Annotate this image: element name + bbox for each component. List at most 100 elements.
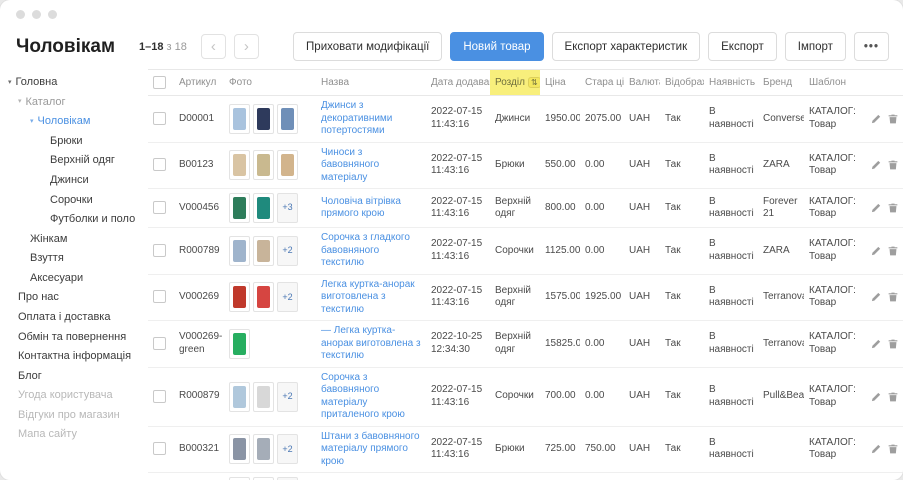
column-header-name[interactable]: Назва xyxy=(316,70,426,96)
product-name-link[interactable]: Сорочка з гладкого бавовняного текстилю xyxy=(316,228,426,275)
sidebar-item[interactable]: Брюки xyxy=(0,132,148,152)
sidebar-item[interactable]: Контактна інформація xyxy=(0,347,148,367)
sidebar-item[interactable]: Джинси xyxy=(0,171,148,191)
sidebar: ▾ Головна ▾ Каталог ▾ Чоловікам Брюки Ве… xyxy=(0,69,148,480)
column-header-price[interactable]: Ціна xyxy=(540,70,580,96)
product-photo xyxy=(277,104,298,134)
delete-icon[interactable] xyxy=(888,159,898,171)
product-name-link[interactable]: Чоловіча вітрівка прямого крою xyxy=(316,189,426,228)
product-name-link[interactable]: Штани з бавовняного матеріалу прямого кр… xyxy=(316,426,426,473)
section-cell: Верхній одяг xyxy=(490,189,540,228)
product-photo xyxy=(229,434,250,464)
product-name-link[interactable]: Джинси з декоративними потертостями xyxy=(316,96,426,143)
sidebar-item[interactable]: Про нас xyxy=(0,288,148,308)
row-checkbox[interactable] xyxy=(153,337,166,350)
row-checkbox[interactable] xyxy=(153,112,166,125)
delete-icon[interactable] xyxy=(888,391,898,403)
column-header-availability[interactable]: Наявність xyxy=(704,70,758,96)
sidebar-item[interactable]: Обмін та повернення xyxy=(0,327,148,347)
more-photos-badge: +2 xyxy=(277,236,298,266)
row-checkbox[interactable] xyxy=(153,244,166,257)
column-header-sku[interactable]: Артикул xyxy=(174,70,224,96)
sidebar-item[interactable]: ▾ Чоловікам xyxy=(0,112,148,132)
export-button[interactable]: Експорт xyxy=(708,32,777,61)
more-photos-badge: +2 xyxy=(277,382,298,412)
edit-icon[interactable] xyxy=(871,391,881,403)
window-titlebar xyxy=(0,0,903,28)
photos-group: +2 xyxy=(229,236,311,266)
sidebar-item-label: Чоловікам xyxy=(38,115,91,128)
select-all-checkbox[interactable] xyxy=(153,76,166,89)
currency-cell: UAH xyxy=(624,274,660,321)
display-cell: Так xyxy=(660,321,704,368)
edit-icon[interactable] xyxy=(871,113,881,125)
column-header-photo[interactable]: Фото xyxy=(224,70,316,96)
sidebar-item[interactable]: Відгуки про магазин xyxy=(0,406,148,426)
actions-cell xyxy=(866,228,903,275)
photos-cell xyxy=(224,96,316,143)
sidebar-item[interactable]: Футболки и поло xyxy=(0,210,148,230)
delete-icon[interactable] xyxy=(888,202,898,214)
edit-icon[interactable] xyxy=(871,245,881,257)
delete-icon[interactable] xyxy=(888,245,898,257)
sidebar-item[interactable]: ▾ Головна xyxy=(0,73,148,93)
pagination-prev-button[interactable]: ‹ xyxy=(201,34,226,59)
row-checkbox[interactable] xyxy=(153,158,166,171)
product-photo xyxy=(229,104,250,134)
sort-icon[interactable]: ⇅ xyxy=(528,77,540,88)
old-price-cell: 0.00 xyxy=(580,473,624,480)
hide-modifications-button[interactable]: Приховати модифікації xyxy=(293,32,442,61)
sidebar-item[interactable]: Мапа сайту xyxy=(0,425,148,445)
new-product-button[interactable]: Новий товар xyxy=(450,32,543,61)
column-header-date[interactable]: Дата додавання xyxy=(426,70,490,96)
date-added-cell: 2022-07-15 11:43:16 xyxy=(426,367,490,426)
brand-cell: Terranova xyxy=(758,274,804,321)
row-checkbox[interactable] xyxy=(153,442,166,455)
sidebar-item[interactable]: ▾ Каталог xyxy=(0,93,148,113)
products-table-wrap: Артикул Фото Назва Дата додавання Розділ… xyxy=(148,69,903,480)
sidebar-item[interactable]: Оплата і доставка xyxy=(0,308,148,328)
sidebar-item-label: Жінкам xyxy=(30,233,67,246)
row-select-cell xyxy=(148,367,174,426)
row-checkbox[interactable] xyxy=(153,290,166,303)
column-header-brand[interactable]: Бренд xyxy=(758,70,804,96)
sidebar-item[interactable]: Взуття xyxy=(0,249,148,269)
edit-icon[interactable] xyxy=(871,338,881,350)
sku-cell: V000456 xyxy=(174,189,224,228)
row-checkbox[interactable] xyxy=(153,201,166,214)
delete-icon[interactable] xyxy=(888,443,898,455)
toolbar: Чоловікам 1–18 з 18 ‹ › Приховати модифі… xyxy=(0,28,903,69)
product-name-link[interactable]: Легка куртка-анорак виготовлена з тексти… xyxy=(316,274,426,321)
delete-icon[interactable] xyxy=(888,113,898,125)
price-cell: 1125.00 xyxy=(540,228,580,275)
edit-icon[interactable] xyxy=(871,202,881,214)
section-cell: Сорочки xyxy=(490,228,540,275)
export-characteristics-button[interactable]: Експорт характеристик xyxy=(552,32,701,61)
edit-icon[interactable] xyxy=(871,443,881,455)
sidebar-item[interactable]: Аксесуари xyxy=(0,269,148,289)
row-checkbox[interactable] xyxy=(153,390,166,403)
edit-icon[interactable] xyxy=(871,291,881,303)
sidebar-item[interactable]: Блог xyxy=(0,366,148,386)
sidebar-item[interactable]: Сорочки xyxy=(0,190,148,210)
delete-icon[interactable] xyxy=(888,338,898,350)
product-name-link[interactable]: Чиноси з бавовняного матеріалу xyxy=(316,142,426,189)
sidebar-item[interactable]: Жінкам xyxy=(0,230,148,250)
import-button[interactable]: Імпорт xyxy=(785,32,846,61)
pagination-next-button[interactable]: › xyxy=(234,34,259,59)
column-header-currency[interactable]: Валюта xyxy=(624,70,660,96)
more-actions-button[interactable]: ••• xyxy=(854,32,889,61)
product-name-link[interactable]: Чоловічі сорочки з легкого текстилю xyxy=(316,473,426,480)
availability-cell: В наявності xyxy=(704,189,758,228)
column-header-section[interactable]: Розділ⇅ xyxy=(490,70,540,96)
column-header-display[interactable]: Відображати xyxy=(660,70,704,96)
column-header-template[interactable]: Шаблон xyxy=(804,70,866,96)
sidebar-item[interactable]: Верхній одяг xyxy=(0,151,148,171)
product-name-link[interactable]: Сорочка з бавовняного матеріалу притален… xyxy=(316,367,426,426)
sidebar-item[interactable]: Угода користувача xyxy=(0,386,148,406)
edit-icon[interactable] xyxy=(871,159,881,171)
row-select-cell xyxy=(148,228,174,275)
product-name-link[interactable]: — Легка куртка-анорак виготовлена з текс… xyxy=(316,321,426,368)
delete-icon[interactable] xyxy=(888,291,898,303)
column-header-old-price[interactable]: Стара ціна xyxy=(580,70,624,96)
